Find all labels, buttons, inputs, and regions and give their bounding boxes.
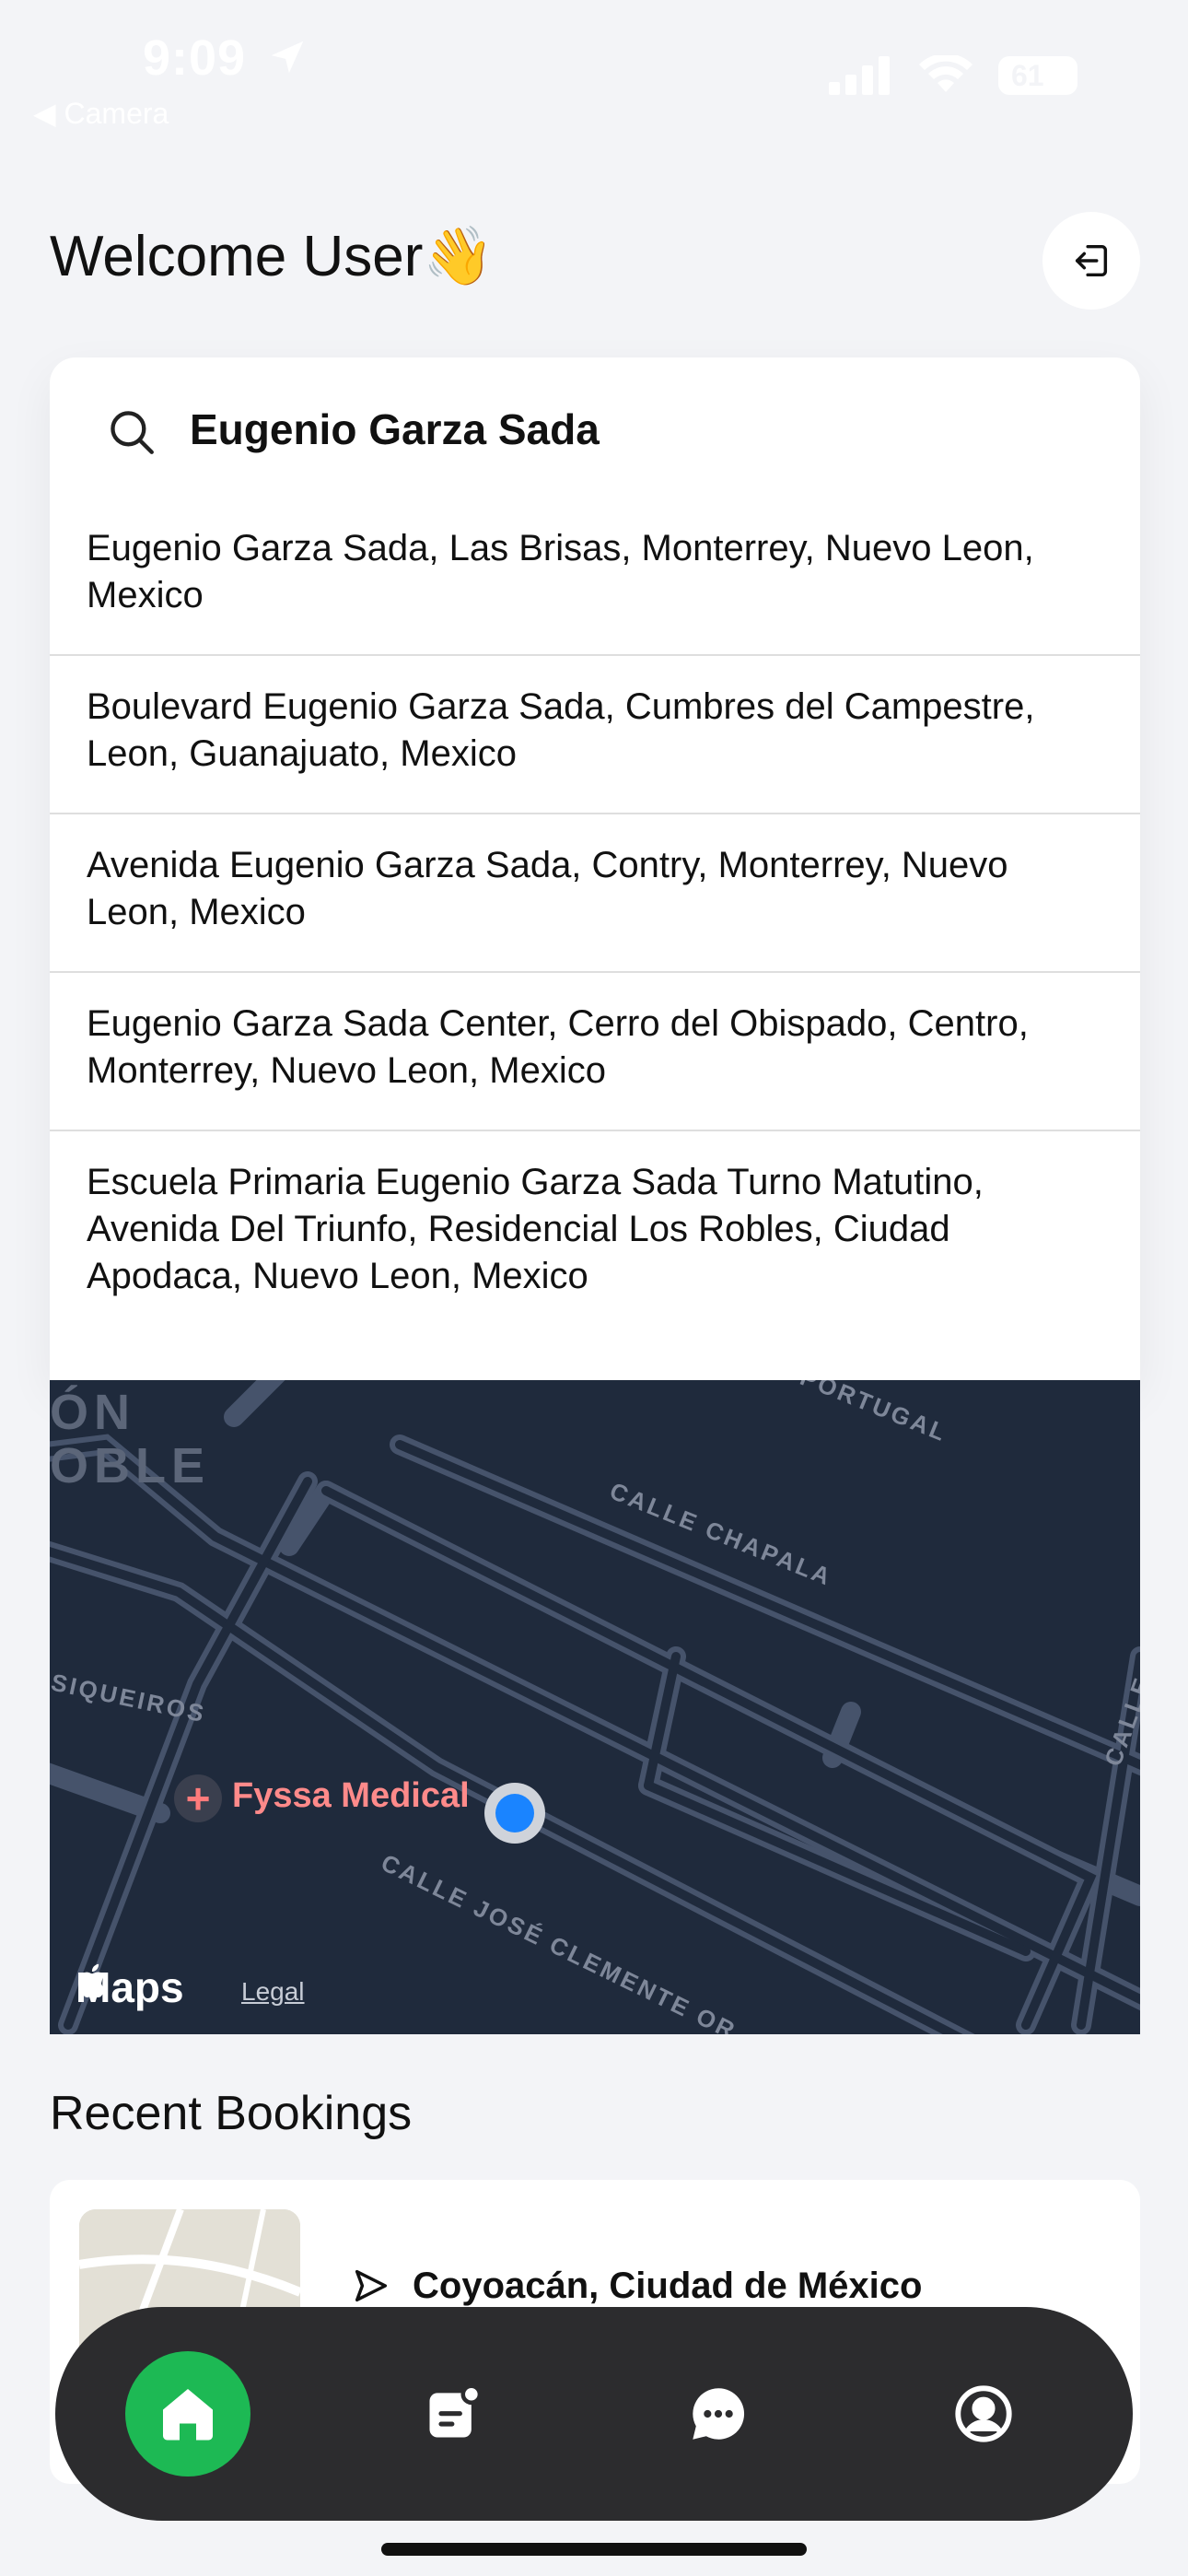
wifi-icon: [919, 55, 973, 92]
cellular-signal-icon: [829, 56, 890, 95]
map-view[interactable]: ÓN OBLE PORTUGAL CALLE CHAPALA SIQUEIROS …: [50, 1380, 1140, 2034]
home-icon: [163, 2389, 213, 2441]
logout-icon: [1075, 244, 1108, 277]
map-roads: [50, 1380, 1140, 2034]
tab-profile[interactable]: [921, 2351, 1046, 2476]
suggestion-item[interactable]: Avenida Eugenio Garza Sada, Contry, Mont…: [50, 813, 1140, 971]
recent-bookings-title: Recent Bookings: [50, 2087, 413, 2140]
suggestion-item[interactable]: Boulevard Eugenio Garza Sada, Cumbres de…: [50, 654, 1140, 813]
welcome-title: Welcome User👋: [50, 225, 495, 288]
suggestion-item[interactable]: Escuela Primaria Eugenio Garza Sada Turn…: [50, 1130, 1140, 1335]
navigation-arrow-icon: [355, 2269, 388, 2302]
apple-maps-logo: Maps: [76, 1962, 184, 2012]
status-time: 9:09: [143, 29, 309, 87]
map-poi-label[interactable]: Fyssa Medical: [232, 1776, 470, 1816]
profile-icon: [955, 2385, 1012, 2442]
bookings-icon: [429, 2383, 483, 2438]
apple-logo-icon: [78, 1963, 106, 1997]
tab-chat[interactable]: [656, 2351, 781, 2476]
booking-place-name: Coyoacán, Ciudad de México: [413, 2265, 923, 2306]
chat-icon: [693, 2388, 745, 2440]
current-location-dot: [484, 1783, 545, 1844]
search-bar[interactable]: [50, 357, 1140, 505]
medical-cross-icon[interactable]: +: [174, 1774, 222, 1822]
back-to-camera-link[interactable]: ◀ Camera: [33, 96, 169, 131]
status-icons: 61: [829, 55, 1077, 96]
suggestion-item[interactable]: Eugenio Garza Sada, Las Brisas, Monterre…: [50, 505, 1140, 654]
logout-button[interactable]: [1042, 212, 1140, 310]
location-arrow-icon: [271, 41, 304, 74]
home-indicator[interactable]: [381, 2543, 807, 2556]
search-input[interactable]: [190, 396, 1074, 463]
bottom-tab-bar: [55, 2307, 1133, 2521]
legal-link[interactable]: Legal: [241, 1977, 305, 2007]
suggestion-item[interactable]: Eugenio Garza Sada Center, Cerro del Obi…: [50, 971, 1140, 1130]
search-card: Eugenio Garza Sada, Las Brisas, Monterre…: [50, 357, 1140, 1380]
booking-location: Coyoacán, Ciudad de México: [350, 2265, 922, 2307]
map-district-label: ÓN OBLE: [50, 1385, 211, 1493]
tab-home[interactable]: [125, 2351, 250, 2476]
battery-indicator: 61: [998, 56, 1077, 95]
search-icon: [111, 411, 154, 454]
status-bar: 9:09 ◀ Camera 61: [0, 0, 1188, 138]
tab-bookings[interactable]: [390, 2351, 516, 2476]
